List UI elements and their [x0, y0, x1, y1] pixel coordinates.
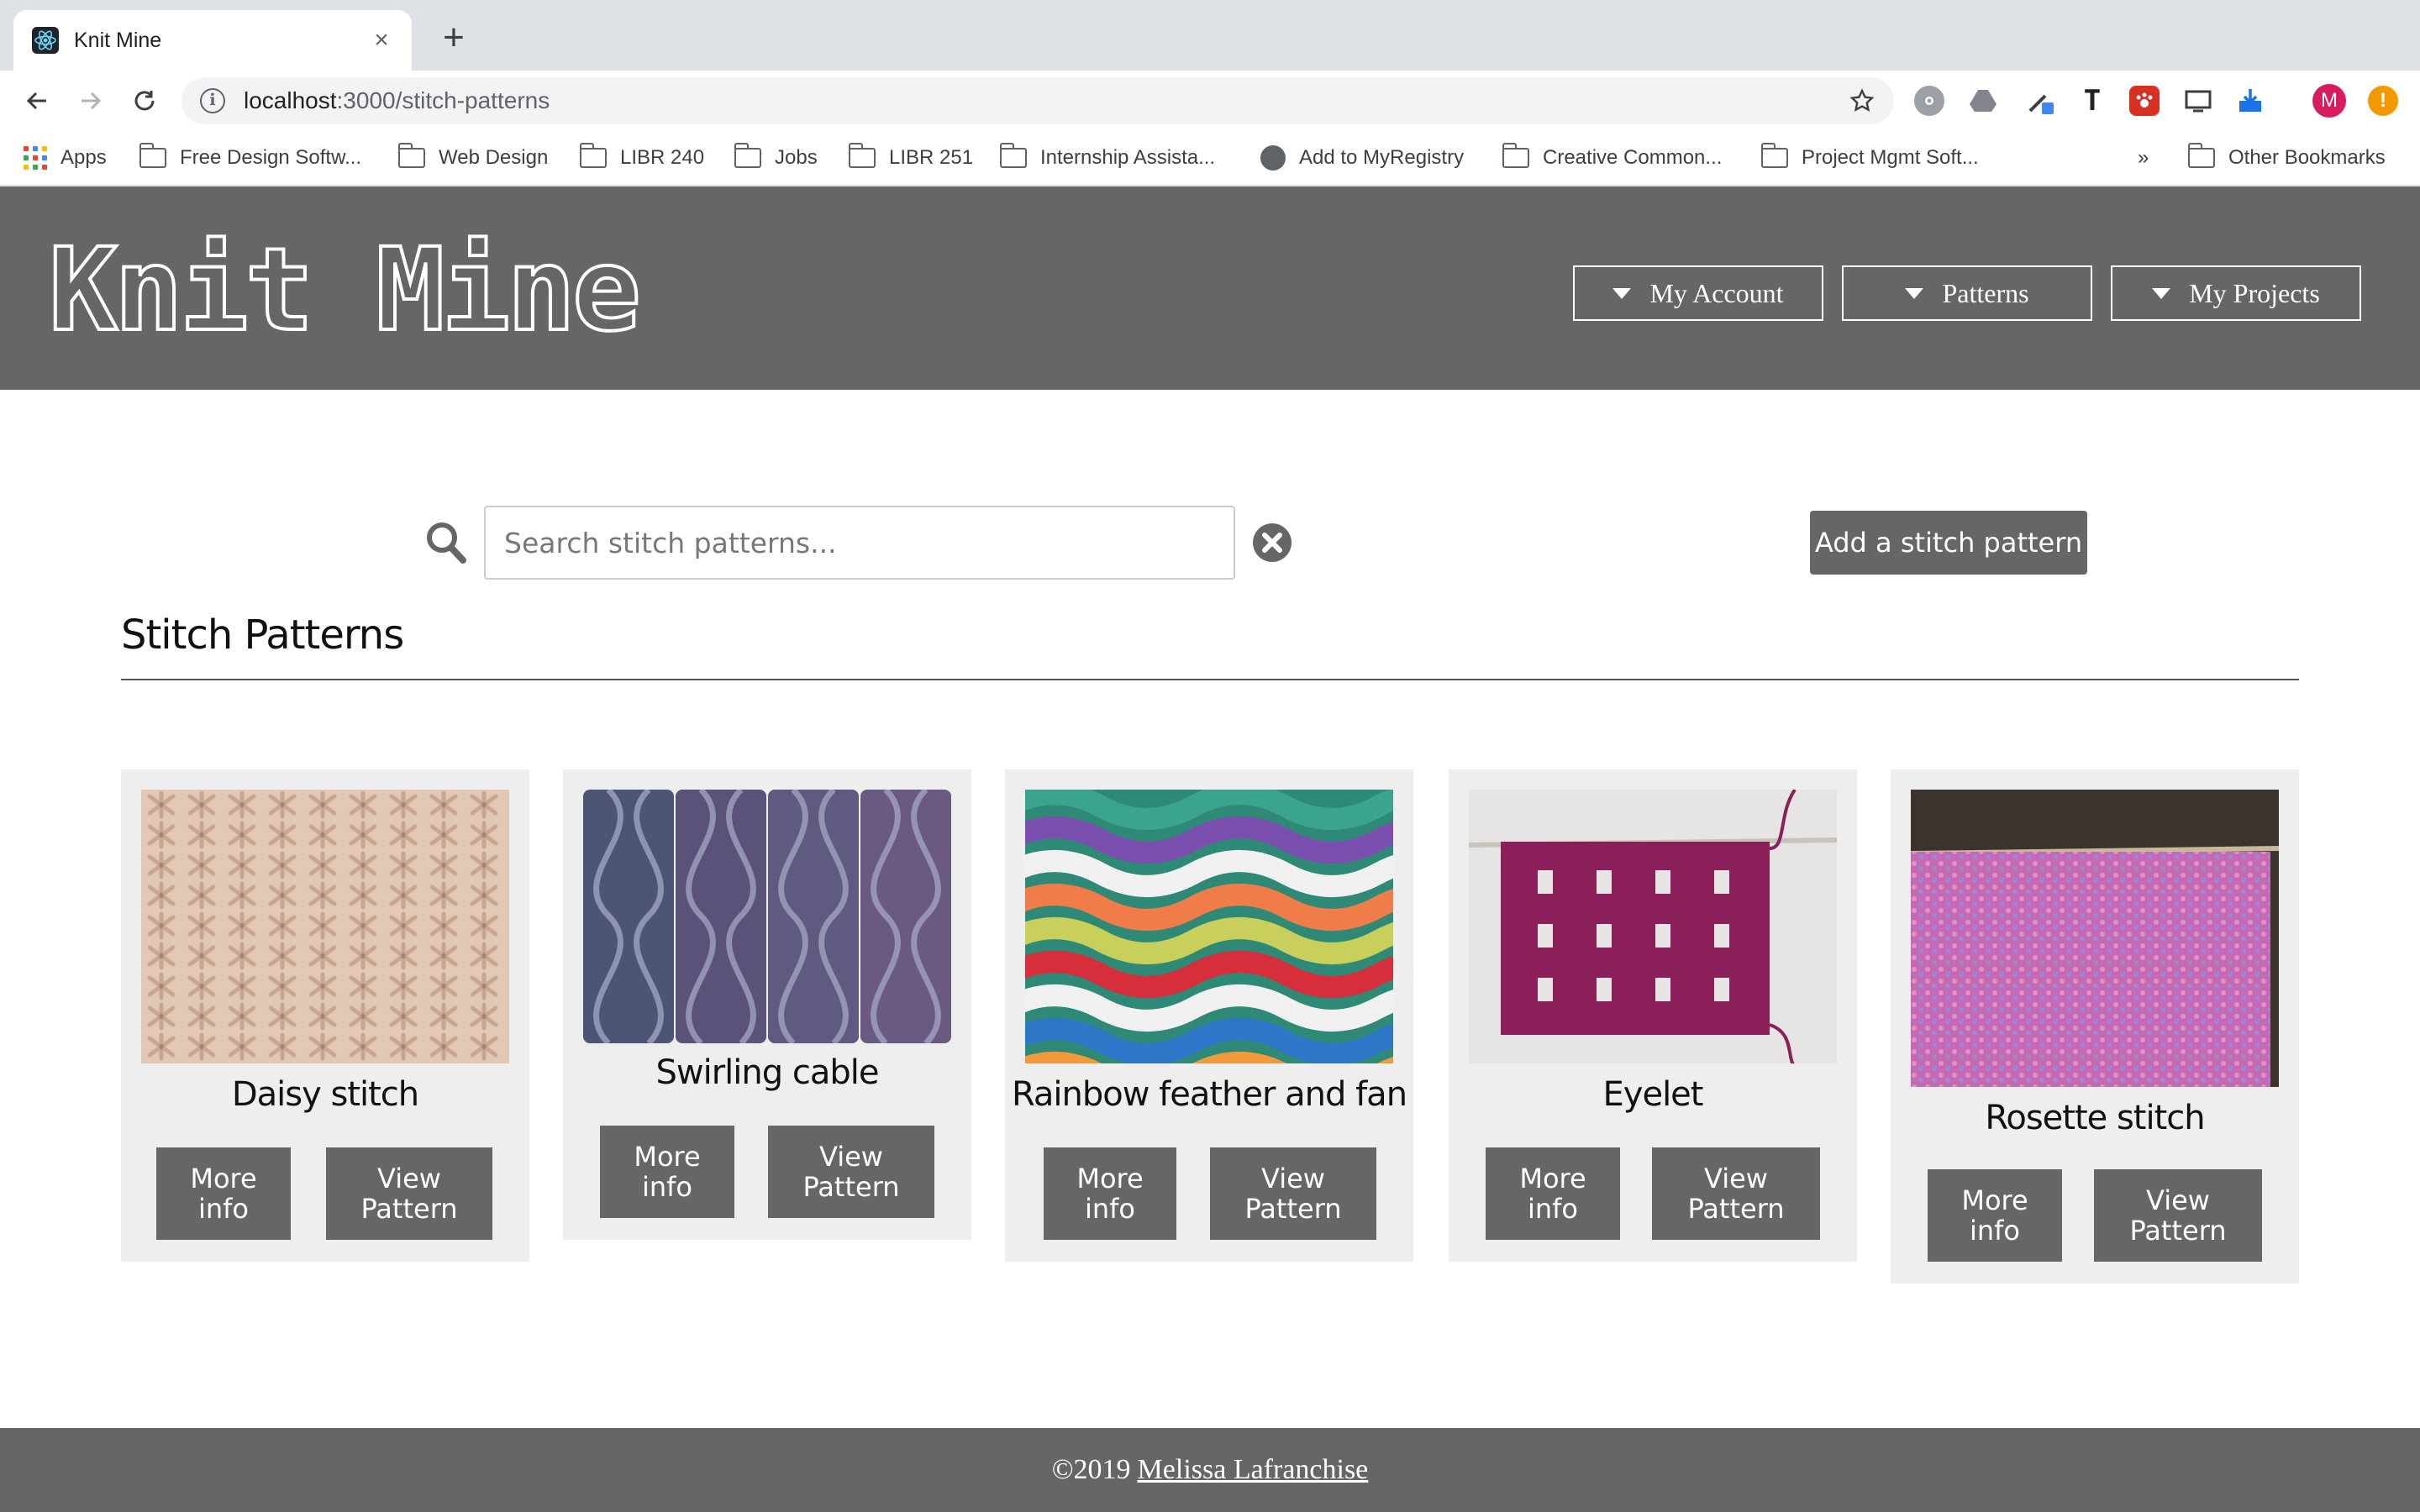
bookmark-folder[interactable]: Web Design [397, 141, 548, 175]
pattern-name: Eyelet [1602, 1075, 1704, 1114]
view-pattern-button[interactable]: View Pattern [2094, 1169, 2262, 1262]
pattern-card: Rainbow feather and fan More info View P… [1005, 769, 1413, 1262]
view-pattern-button[interactable]: View Pattern [768, 1126, 934, 1218]
eyelet-image [1469, 790, 1837, 1063]
cast-extension-icon[interactable] [2183, 86, 2213, 116]
clear-search-icon[interactable] [1252, 522, 1292, 563]
caret-down-icon [1612, 287, 1632, 299]
profile-avatar[interactable]: M [2312, 84, 2346, 118]
folder-icon [999, 143, 1027, 168]
back-arrow-icon[interactable] [18, 82, 55, 119]
tab-title: Knit Mine [74, 28, 162, 52]
site-header: Knit Mine My Account Patterns My Project… [0, 186, 2420, 390]
settings-gear-extension-icon[interactable] [1914, 86, 1944, 116]
rosette-stitch-image [1911, 790, 2279, 1087]
title-divider [121, 679, 2299, 680]
eyedropper-extension-icon[interactable] [2025, 86, 2055, 116]
bookmark-folder[interactable]: Free Design Softw... [139, 141, 361, 175]
bookmarks-overflow-chevron[interactable]: » [2138, 141, 2149, 175]
bookmark-folder[interactable]: Project Mgmt Soft... [1760, 141, 1979, 175]
new-tab-plus-icon[interactable]: + [437, 19, 471, 56]
daisy-stitch-image [141, 790, 509, 1063]
view-pattern-button[interactable]: View Pattern [1652, 1147, 1820, 1240]
bookmark-other[interactable]: Other Bookmarks [2187, 141, 2386, 175]
bookmark-link[interactable]: Add to MyRegistry [1260, 141, 1464, 175]
folder-icon [848, 143, 876, 168]
nav-my-account[interactable]: My Account [1573, 265, 1823, 321]
pattern-card: Eyelet More info View Pattern [1449, 769, 1857, 1262]
forward-arrow-icon[interactable] [72, 82, 109, 119]
react-favicon-icon [32, 27, 59, 54]
more-info-button[interactable]: More info [1928, 1169, 2062, 1262]
bookmarks-bar: Apps Free Design Softw... Web Design LIB… [0, 131, 2420, 186]
more-info-button[interactable]: More info [600, 1126, 734, 1218]
bookmark-folder[interactable]: LIBR 251 [848, 141, 973, 175]
folder-icon [1760, 143, 1788, 168]
bookmark-folder[interactable]: LIBR 240 [579, 141, 704, 175]
pattern-card: Rosette stitch More info View Pattern [1891, 769, 2299, 1284]
more-info-button[interactable]: More info [156, 1147, 291, 1240]
copyright-text: ©2019 [1051, 1454, 1131, 1485]
folder-icon [734, 143, 761, 168]
browser-tab-strip: Knit Mine × + [0, 0, 2420, 71]
globe-icon [1260, 145, 1286, 171]
folder-icon [397, 143, 425, 168]
pattern-card: Daisy stitch More info View Pattern [121, 769, 529, 1262]
typography-extension-icon[interactable]: T [2077, 84, 2107, 118]
bookmark-star-icon[interactable] [1845, 84, 1879, 118]
pattern-name: Rosette stitch [1985, 1099, 2205, 1137]
rainbow-feather-fan-image [1025, 790, 1393, 1063]
folder-icon [1502, 143, 1529, 168]
nav-patterns[interactable]: Patterns [1842, 265, 2092, 321]
more-info-button[interactable]: More info [1486, 1147, 1620, 1240]
pattern-name: Rainbow feather and fan [1011, 1075, 1407, 1114]
caret-down-icon [1905, 287, 1924, 299]
folder-icon [139, 143, 166, 168]
search-icon [425, 521, 467, 564]
bookmark-folder[interactable]: Internship Assista... [999, 141, 1215, 175]
bookmark-apps[interactable]: Apps [24, 141, 107, 175]
pattern-name: Swirling cable [655, 1053, 880, 1092]
bookmark-folder[interactable]: Jobs [734, 141, 818, 175]
update-alert-icon[interactable]: ! [2368, 86, 2398, 116]
search-input[interactable] [484, 506, 1235, 580]
more-info-button[interactable]: More info [1044, 1147, 1176, 1240]
address-url[interactable]: localhost:3000/stitch-patterns [244, 87, 1845, 114]
paw-extension-icon[interactable] [2129, 86, 2160, 116]
browser-toolbar: i localhost:3000/stitch-patterns T M ! [0, 71, 2420, 131]
page-title: Stitch Patterns [121, 612, 404, 659]
browser-tab[interactable]: Knit Mine × [13, 10, 412, 71]
site-footer: ©2019 Melissa Lafranchise [0, 1428, 2420, 1512]
apps-grid-icon [24, 146, 47, 170]
download-extension-icon[interactable] [2235, 86, 2265, 116]
site-logo[interactable]: Knit Mine [47, 223, 643, 359]
add-stitch-pattern-button[interactable]: Add a stitch pattern [1810, 511, 2087, 575]
bookmark-folder[interactable]: Creative Common... [1502, 141, 1722, 175]
caret-down-icon [2152, 287, 2171, 299]
address-bar[interactable]: i localhost:3000/stitch-patterns [182, 77, 1894, 124]
view-pattern-button[interactable]: View Pattern [1210, 1147, 1376, 1240]
pattern-card: Swirling cable More info View Pattern [563, 769, 971, 1240]
drive-extension-icon[interactable] [1968, 86, 1998, 116]
reload-icon[interactable] [126, 82, 163, 119]
nav-my-projects[interactable]: My Projects [2111, 265, 2361, 321]
site-info-icon[interactable]: i [200, 88, 225, 113]
pattern-name: Daisy stitch [231, 1075, 419, 1114]
swirling-cable-image [583, 790, 951, 1043]
folder-icon [2187, 143, 2215, 168]
tab-close-icon[interactable]: × [368, 27, 395, 54]
folder-icon [579, 143, 607, 168]
author-link[interactable]: Melissa Lafranchise [1138, 1454, 1369, 1486]
view-pattern-button[interactable]: View Pattern [326, 1147, 492, 1240]
